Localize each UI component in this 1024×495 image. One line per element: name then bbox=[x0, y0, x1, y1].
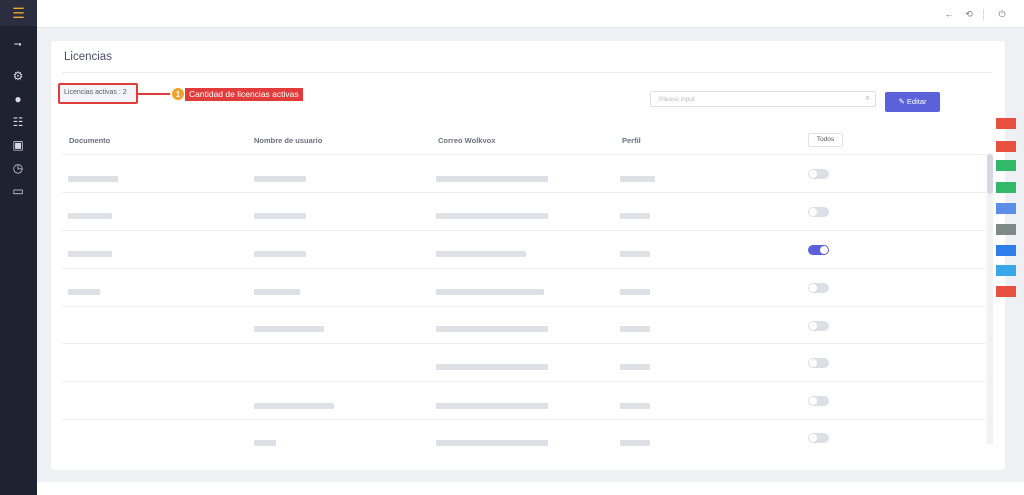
row-username-redacted bbox=[254, 403, 334, 409]
row-email-redacted bbox=[436, 403, 548, 409]
side-widget-blue[interactable] bbox=[996, 203, 1016, 214]
row-username-redacted bbox=[254, 176, 306, 182]
license-toggle[interactable] bbox=[808, 396, 829, 406]
side-widget-blue[interactable] bbox=[996, 245, 1016, 256]
row-profile-redacted bbox=[620, 440, 650, 446]
row-profile-redacted bbox=[620, 251, 650, 257]
license-toggle[interactable] bbox=[808, 283, 829, 293]
power-icon[interactable]: ⏻ bbox=[996, 7, 1008, 21]
active-licenses-box: Licencias activas : 2 bbox=[58, 83, 138, 104]
row-divider bbox=[62, 381, 986, 382]
row-username-redacted bbox=[254, 289, 300, 295]
back-icon[interactable]: ← bbox=[943, 7, 955, 21]
license-toggle[interactable] bbox=[808, 321, 829, 331]
top-bar: ← ⟲ ⏻ bbox=[37, 0, 1024, 28]
row-email-redacted bbox=[436, 326, 548, 332]
row-document-redacted bbox=[68, 251, 112, 257]
side-widget-red[interactable] bbox=[996, 286, 1016, 297]
annotation-arrow bbox=[138, 93, 170, 95]
column-header-nombre[interactable]: Nombre de usuario bbox=[254, 136, 322, 145]
row-divider bbox=[62, 230, 986, 231]
row-profile-redacted bbox=[620, 213, 650, 219]
calendar-icon[interactable]: ▭ bbox=[10, 183, 26, 199]
license-toggle[interactable] bbox=[808, 245, 829, 255]
license-toggle[interactable] bbox=[808, 433, 829, 443]
row-divider bbox=[62, 192, 986, 193]
row-email-redacted bbox=[436, 251, 526, 257]
row-document-redacted bbox=[68, 176, 118, 182]
search-icon[interactable]: ⌕ bbox=[866, 93, 870, 103]
row-email-redacted bbox=[436, 289, 544, 295]
history-icon[interactable]: ◷ bbox=[10, 160, 26, 176]
search-field[interactable]: ⌕ bbox=[650, 91, 876, 107]
row-email-redacted bbox=[436, 364, 548, 370]
edit-button-label: Editar bbox=[906, 97, 927, 106]
license-toggle[interactable] bbox=[808, 207, 829, 217]
annotation-label: Cantidad de licencias activas bbox=[185, 88, 303, 101]
table-scrollbar-thumb[interactable] bbox=[987, 154, 993, 194]
logo-icon: ━● bbox=[14, 42, 22, 48]
row-username-redacted bbox=[254, 251, 306, 257]
column-header-perfil[interactable]: Perfil bbox=[622, 136, 641, 145]
side-widget-green[interactable] bbox=[996, 182, 1016, 193]
refresh-icon[interactable]: ⟲ bbox=[963, 7, 975, 21]
id-card-icon[interactable]: ▣ bbox=[10, 137, 26, 153]
sidebar: ☰ ━● ⚙ ● ☷ ▣ ◷ ▭ bbox=[0, 0, 37, 495]
list-icon[interactable]: ☷ bbox=[10, 114, 26, 130]
settings-icon[interactable]: ⚙ bbox=[10, 68, 26, 84]
row-divider bbox=[62, 306, 986, 307]
row-document-redacted bbox=[68, 213, 112, 219]
title-divider bbox=[62, 72, 992, 73]
column-header-correo[interactable]: Correo Wolkvox bbox=[438, 136, 495, 145]
page-title: Licencias bbox=[64, 51, 112, 63]
status-filter-select[interactable]: Todos bbox=[808, 133, 843, 147]
row-profile-redacted bbox=[620, 176, 655, 182]
row-email-redacted bbox=[436, 440, 548, 446]
table-scrollbar[interactable] bbox=[987, 154, 993, 444]
user-icon[interactable]: ● bbox=[10, 91, 26, 107]
row-username-redacted bbox=[254, 440, 276, 446]
topbar-divider bbox=[983, 9, 984, 20]
row-divider bbox=[62, 419, 986, 420]
side-widget-green[interactable] bbox=[996, 160, 1016, 171]
hamburger-menu-icon[interactable]: ☰ bbox=[0, 0, 37, 26]
row-divider bbox=[62, 268, 986, 269]
row-document-redacted bbox=[68, 289, 100, 295]
row-profile-redacted bbox=[620, 326, 650, 332]
edit-button[interactable]: ✎ Editar bbox=[885, 92, 940, 112]
row-email-redacted bbox=[436, 213, 548, 219]
licenses-card: Licencias Licencias activas : 2 1 Cantid… bbox=[51, 41, 1005, 470]
header-divider bbox=[62, 154, 986, 155]
annotation-badge: 1 bbox=[171, 87, 185, 101]
row-divider bbox=[62, 343, 986, 344]
side-widget-lightblue[interactable] bbox=[996, 265, 1016, 276]
row-profile-redacted bbox=[620, 403, 650, 409]
row-username-redacted bbox=[254, 213, 306, 219]
search-input[interactable] bbox=[659, 94, 859, 105]
edit-icon: ✎ bbox=[898, 97, 905, 106]
side-widget-red[interactable] bbox=[996, 141, 1016, 152]
row-username-redacted bbox=[254, 326, 324, 332]
row-profile-redacted bbox=[620, 364, 650, 370]
license-toggle[interactable] bbox=[808, 358, 829, 368]
side-widget-gray[interactable] bbox=[996, 224, 1016, 235]
side-widget-red[interactable] bbox=[996, 118, 1016, 129]
license-toggle[interactable] bbox=[808, 169, 829, 179]
row-email-redacted bbox=[436, 176, 548, 182]
active-licenses-label: Licencias activas : 2 bbox=[64, 89, 127, 96]
bottom-bar bbox=[37, 482, 1024, 495]
row-profile-redacted bbox=[620, 289, 650, 295]
column-header-documento[interactable]: Documento bbox=[69, 136, 110, 145]
